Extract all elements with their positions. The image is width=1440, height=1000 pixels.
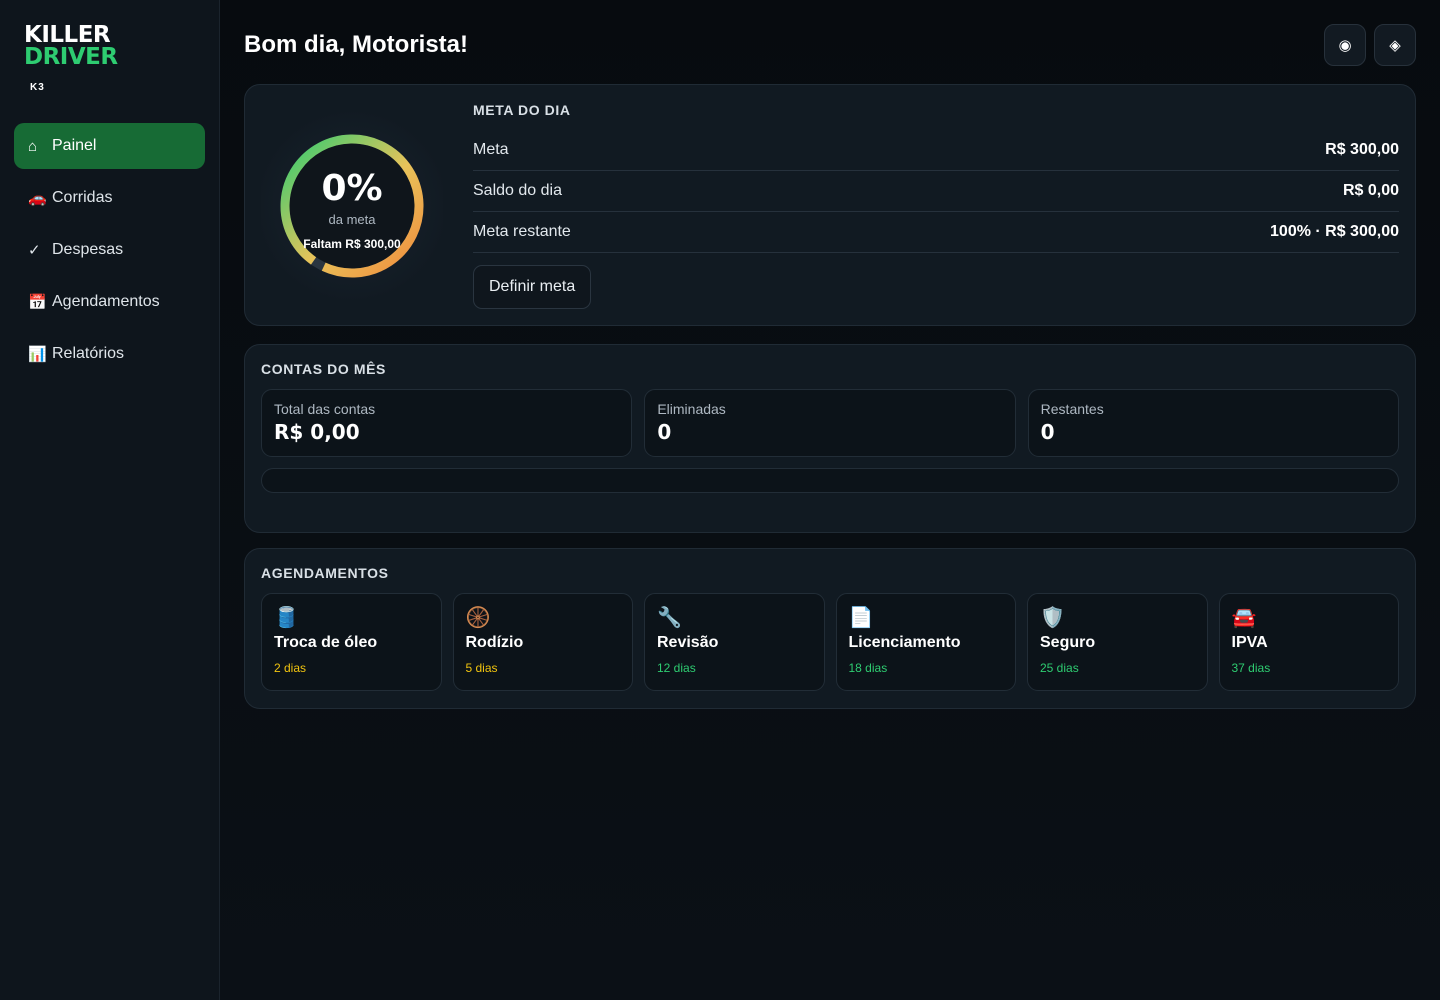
gauge-text: 0% da meta Faltam R$ 300,00 bbox=[261, 168, 443, 252]
meta-row-meta: Meta R$ 300,00 bbox=[473, 130, 1399, 171]
agenda-item-days: 2 dias bbox=[274, 661, 307, 675]
agenda-item-days: 12 dias bbox=[657, 661, 696, 675]
sidebar-item-label: Despesas bbox=[52, 241, 124, 258]
agenda-item-name: Licenciamento bbox=[848, 634, 961, 651]
agenda-item-days: 37 dias bbox=[1231, 661, 1271, 675]
top-actions: ◉ ◈ bbox=[1324, 24, 1416, 66]
agendamentos-card: AGENDAMENTOS 🛢️ Troca de óleo 2 dias 🛞 R… bbox=[244, 548, 1416, 709]
agenda-item-licenciamento[interactable]: 📄 Licenciamento 18 dias bbox=[835, 593, 1016, 691]
meta-row-restante: Meta restante 100% · R$ 300,00 bbox=[473, 212, 1399, 253]
page-title: Bom dia, Motorista! bbox=[244, 31, 469, 58]
tire-icon: 🛞 bbox=[465, 607, 491, 629]
agenda-item-rodizio[interactable]: 🛞 Rodízio 5 dias bbox=[452, 593, 633, 691]
sidebar-item-agendamentos[interactable]: 📅 Agendamentos bbox=[14, 279, 205, 325]
contas-title: CONTAS DO MÊS bbox=[261, 361, 386, 377]
gauge-percent: 0% bbox=[321, 168, 383, 209]
agenda-item-days: 5 dias bbox=[465, 661, 498, 675]
sidebar-item-painel[interactable]: ⌂ Painel bbox=[14, 123, 205, 169]
contas-do-mes-card: CONTAS DO MÊS Total das contas R$ 0,00 E… bbox=[244, 344, 1416, 533]
home-icon: ⌂ bbox=[28, 137, 38, 155]
target-button[interactable]: ◉ bbox=[1324, 24, 1366, 66]
agenda-item-days: 18 dias bbox=[848, 661, 888, 675]
stat-total-contas: Total das contas R$ 0,00 bbox=[261, 389, 633, 457]
meta-gauge: 0% da meta Faltam R$ 300,00 bbox=[261, 101, 443, 311]
stat-eliminadas: Eliminadas 0 bbox=[644, 389, 1016, 457]
meta-row-label: Meta restante bbox=[473, 223, 571, 240]
meta-do-dia-card: 0% da meta Faltam R$ 300,00 META DO DIA … bbox=[244, 84, 1416, 326]
stat-label: Total das contas bbox=[274, 401, 376, 417]
agenda-item-seguro[interactable]: 🛡️ Seguro 25 dias bbox=[1027, 593, 1208, 691]
shield-icon: 🛡️ bbox=[1040, 607, 1065, 629]
sidebar: KILLER DRIVER K3 ⌂ Painel 🚗 Corridas ✓ D… bbox=[0, 0, 220, 1000]
agenda-title: AGENDAMENTOS bbox=[261, 565, 389, 581]
meta-row-value: R$ 0,00 bbox=[1342, 182, 1399, 199]
sidebar-item-label: Relatórios bbox=[52, 345, 125, 362]
top-bar: Bom dia, Motorista! ◉ ◈ bbox=[244, 24, 1416, 66]
gauge-label: da meta bbox=[328, 212, 376, 227]
meta-info: META DO DIA Meta R$ 300,00 Saldo do dia … bbox=[443, 101, 1399, 309]
sidebar-item-corridas[interactable]: 🚗 Corridas bbox=[14, 175, 205, 221]
sidebar-item-label: Agendamentos bbox=[52, 293, 160, 310]
sidebar-item-label: Painel bbox=[52, 137, 97, 154]
contas-progress-bar bbox=[261, 468, 1399, 493]
target-icon: ◉ bbox=[1338, 37, 1352, 54]
wrench-icon: 🔧 bbox=[657, 607, 682, 629]
diamond-icon: ◈ bbox=[1389, 37, 1401, 54]
gauge-remaining: Faltam R$ 300,00 bbox=[303, 237, 401, 251]
agenda-item-name: Rodízio bbox=[465, 634, 524, 651]
meta-row-saldo: Saldo do dia R$ 0,00 bbox=[473, 171, 1399, 212]
agenda-item-ipva[interactable]: 🚘 IPVA 37 dias bbox=[1218, 593, 1399, 691]
app-root: KILLER DRIVER K3 ⌂ Painel 🚗 Corridas ✓ D… bbox=[0, 0, 1440, 1000]
meta-title: META DO DIA bbox=[473, 102, 571, 118]
meta-row-label: Saldo do dia bbox=[473, 182, 562, 199]
meta-row-value: 100% · R$ 300,00 bbox=[1270, 223, 1399, 240]
calendar-icon: 📅 bbox=[28, 294, 47, 311]
sidebar-nav: ⌂ Painel 🚗 Corridas ✓ Despesas 📅 Agendam… bbox=[14, 123, 205, 377]
agenda-item-name: IPVA bbox=[1231, 634, 1268, 651]
main-content: Bom dia, Motorista! ◉ ◈ 0% da meta Falta… bbox=[220, 0, 1440, 1000]
contas-stats: Total das contas R$ 0,00 Eliminadas 0 Re… bbox=[261, 389, 1399, 457]
brand-line-1: KILLER bbox=[24, 22, 111, 48]
stat-restantes: Restantes 0 bbox=[1027, 389, 1399, 457]
agenda-item-name: Seguro bbox=[1040, 634, 1096, 651]
agenda-item-troca-de-oleo[interactable]: 🛢️ Troca de óleo 2 dias bbox=[261, 593, 442, 691]
diamond-button[interactable]: ◈ bbox=[1374, 24, 1416, 66]
stat-value: 0 bbox=[657, 420, 672, 444]
sidebar-item-relatorios[interactable]: 📊 Relatórios bbox=[14, 331, 205, 377]
agenda-item-name: Troca de óleo bbox=[274, 634, 378, 651]
agenda-item-revisao[interactable]: 🔧 Revisão 12 dias bbox=[644, 593, 825, 691]
stat-label: Restantes bbox=[1040, 401, 1104, 417]
sidebar-item-label: Corridas bbox=[52, 189, 113, 206]
stat-value: R$ 0,00 bbox=[274, 420, 360, 444]
car-icon: 🚘 bbox=[1231, 607, 1257, 629]
meta-rows: Meta R$ 300,00 Saldo do dia R$ 0,00 Meta… bbox=[473, 130, 1399, 253]
oil-barrel-icon: 🛢️ bbox=[274, 607, 299, 629]
brand-sub: K3 bbox=[30, 82, 45, 93]
bar-chart-icon: 📊 bbox=[28, 346, 47, 363]
stat-label: Eliminadas bbox=[657, 401, 726, 417]
sidebar-item-despesas[interactable]: ✓ Despesas bbox=[14, 227, 205, 273]
brand-logo[interactable]: KILLER DRIVER K3 bbox=[14, 22, 205, 94]
agenda-item-days: 25 dias bbox=[1040, 661, 1079, 675]
agenda-item-name: Revisão bbox=[657, 634, 719, 651]
document-icon: 📄 bbox=[848, 607, 874, 629]
definir-meta-button[interactable]: Definir meta bbox=[473, 265, 592, 309]
check-icon: ✓ bbox=[28, 242, 41, 259]
car-icon: 🚗 bbox=[28, 190, 47, 207]
meta-row-value: R$ 300,00 bbox=[1325, 141, 1399, 158]
stat-value: 0 bbox=[1040, 420, 1055, 444]
brand-line-2: DRIVER bbox=[24, 44, 118, 70]
agenda-list: 🛢️ Troca de óleo 2 dias 🛞 Rodízio 5 dias… bbox=[261, 593, 1399, 691]
meta-row-label: Meta bbox=[473, 141, 509, 158]
